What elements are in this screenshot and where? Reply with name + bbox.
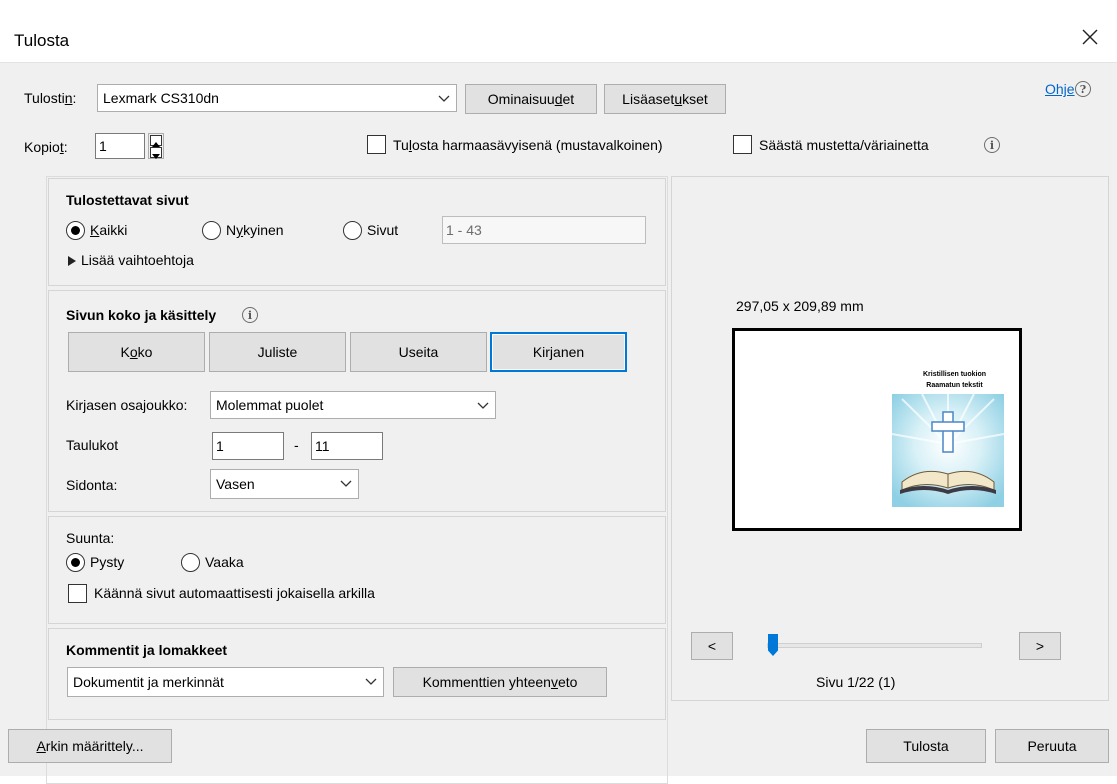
- chevron-down-icon: [477, 402, 489, 409]
- properties-button[interactable]: Ominaisuu d et: [465, 84, 597, 114]
- preview-panel: 297,05 x 209,89 mm Kristillisen tuokion …: [671, 176, 1109, 701]
- expand-triangle-icon[interactable]: [67, 254, 79, 266]
- booklet-button[interactable]: Kirjanen: [490, 332, 627, 372]
- poster-button[interactable]: Juliste: [209, 332, 346, 372]
- preview-sheet: Kristillisen tuokion Raamatun tekstit: [732, 328, 1022, 531]
- autorotate-label: Käännä sivut automaattisesti jokaisella …: [94, 585, 375, 601]
- help-link[interactable]: Ohje: [1045, 81, 1075, 97]
- chevron-down-icon: [438, 95, 450, 102]
- size-button[interactable]: Ko ko: [68, 332, 205, 372]
- sheets-dash: -: [294, 437, 299, 453]
- preview-dimensions: 297,05 x 209,89 mm: [736, 298, 864, 314]
- spin-up-icon[interactable]: [150, 135, 162, 147]
- bible-cross-image: [891, 393, 1005, 507]
- print-dialog: Tulostin: Lexmark CS310dn Ominaisuu d et L…: [0, 62, 1117, 784]
- orientation-title: Suunta:: [66, 530, 115, 546]
- help-icon[interactable]: ?: [1075, 81, 1091, 97]
- sheets-from-input[interactable]: 1: [212, 432, 284, 460]
- page-sizing-title: Sivun koko ja käsittely: [66, 307, 217, 323]
- binding-label: Sidonta:: [66, 477, 118, 493]
- chevron-down-icon: [340, 480, 352, 487]
- sheets-to-input[interactable]: 11: [311, 432, 383, 460]
- advanced-button[interactable]: Lisäaset u kset: [604, 84, 726, 114]
- title-bar: Tulosta: [0, 0, 1117, 62]
- multiple-button[interactable]: Useita: [350, 332, 487, 372]
- grayscale-checkbox[interactable]: [367, 135, 386, 154]
- portrait-radio[interactable]: [66, 553, 85, 572]
- page-slider-thumb[interactable]: [768, 634, 778, 656]
- portrait-label: Pysty: [90, 554, 125, 570]
- comments-title: Kommentit ja lomakkeet: [66, 642, 228, 658]
- info-icon[interactable]: i: [984, 137, 1000, 153]
- grayscale-label: Tulosta harmaasävyisenä (mustavalkoinen): [393, 137, 663, 153]
- close-button[interactable]: [1075, 22, 1105, 52]
- printer-label: Tulostin:: [24, 90, 77, 106]
- page-range-radio[interactable]: [343, 221, 362, 240]
- booklet-subset-select[interactable]: Molemmat puolet: [210, 391, 496, 419]
- current-page-radio[interactable]: [202, 221, 221, 240]
- window-title: Tulosta: [14, 31, 70, 50]
- prev-page-button[interactable]: <: [691, 632, 733, 660]
- current-page-label: Nykyinen: [226, 222, 284, 238]
- page-range-label: Sivut: [367, 222, 399, 238]
- pages-to-print-title: Tulostettavat sivut: [66, 192, 189, 208]
- preview-doc-title-line1: Kristillisen tuokion: [922, 371, 986, 378]
- page-setup-button[interactable]: Arkin määrittely...: [8, 729, 172, 763]
- preview-doc-title-line2: Raamatun tekstit: [926, 382, 983, 389]
- page-sizing-panel: Sivun koko ja käsittely i Ko ko Juliste U…: [48, 290, 666, 512]
- copies-spinner[interactable]: [148, 133, 164, 159]
- save-ink-label: Säästä mustetta/väriainetta: [759, 137, 929, 153]
- sheets-label: Taulukot: [66, 437, 119, 453]
- printer-select-value: Lexmark CS310dn: [103, 90, 219, 106]
- booklet-subset-value: Molemmat puolet: [216, 397, 324, 413]
- info-icon[interactable]: i: [242, 307, 258, 323]
- more-options-link[interactable]: Lisää vaihtoehtoja: [81, 252, 194, 268]
- comments-summary-button[interactable]: Kommenttien yhteen v eto: [393, 667, 607, 697]
- orientation-panel: Suunta: Pysty Vaaka Käännä sivut automaa…: [48, 516, 666, 624]
- landscape-radio[interactable]: [181, 553, 200, 572]
- print-button[interactable]: Tulosta: [866, 729, 986, 763]
- binding-value: Vasen: [216, 476, 255, 492]
- copies-input[interactable]: 1: [95, 133, 145, 159]
- next-page-button[interactable]: >: [1019, 632, 1061, 660]
- cancel-button[interactable]: Peruuta: [995, 729, 1109, 763]
- comments-select[interactable]: Dokumentit ja merkinnät: [67, 667, 384, 697]
- spin-down-icon[interactable]: [150, 147, 162, 159]
- pages-to-print-panel: Tulostettavat sivut Kaikki Nykyinen Sivu…: [48, 178, 666, 286]
- page-range-input[interactable]: 1 - 43: [442, 216, 646, 244]
- booklet-subset-label: Kirjasen osajoukko:: [66, 397, 188, 413]
- printer-select[interactable]: Lexmark CS310dn: [97, 84, 457, 112]
- autorotate-checkbox[interactable]: [68, 584, 87, 603]
- page-indicator: Sivu 1/22 (1): [816, 674, 896, 690]
- binding-select[interactable]: Vasen: [210, 469, 359, 499]
- close-icon: [1082, 29, 1098, 45]
- all-pages-radio[interactable]: [66, 221, 85, 240]
- comments-value: Dokumentit ja merkinnät: [73, 674, 224, 690]
- all-pages-label: Kaikki: [90, 222, 128, 238]
- save-ink-checkbox[interactable]: [733, 135, 752, 154]
- preview-doc-title: Kristillisen tuokion Raamatun tekstit: [897, 369, 1012, 391]
- page-slider-track[interactable]: [767, 643, 982, 648]
- chevron-down-icon: [365, 678, 377, 685]
- comments-panel: Kommentit ja lomakkeet Dokumentit ja mer…: [48, 628, 666, 720]
- copies-label: Kopiot:: [24, 139, 68, 155]
- landscape-label: Vaaka: [205, 554, 244, 570]
